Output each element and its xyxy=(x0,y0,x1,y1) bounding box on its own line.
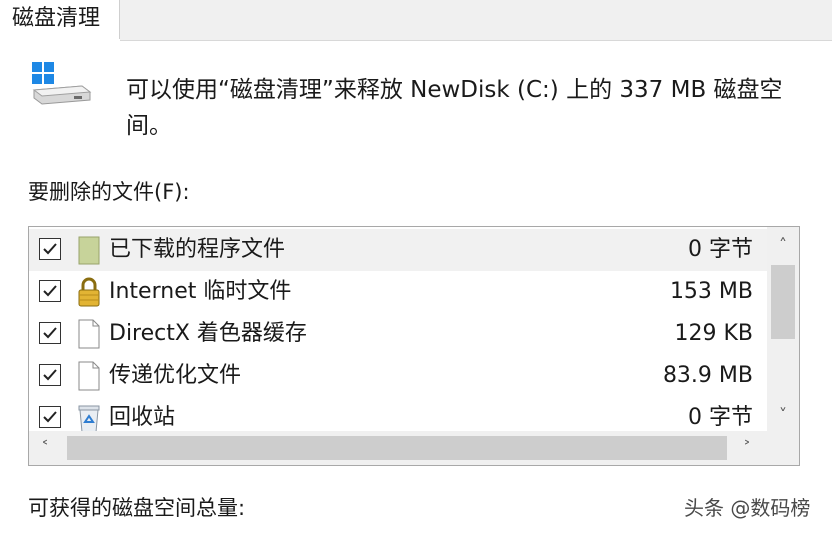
scroll-right-arrow-icon[interactable]: ˃ xyxy=(731,432,763,464)
file-size: 83.9 MB xyxy=(662,363,753,388)
files-to-delete-label: 要删除的文件(F): xyxy=(28,180,190,204)
file-size: 0 字节 xyxy=(688,405,753,430)
horizontal-scroll-thumb[interactable] xyxy=(67,436,727,460)
list-item[interactable]: Internet 临时文件 153 MB xyxy=(29,271,767,313)
file-size: 0 字节 xyxy=(688,237,753,262)
tab-disk-cleanup[interactable]: 磁盘清理 xyxy=(0,0,120,40)
hard-drive-icon xyxy=(32,62,92,105)
files-list[interactable]: 已下载的程序文件 0 字节 Internet 临时文件 153 MB Direc… xyxy=(28,226,800,466)
checkbox[interactable] xyxy=(39,322,61,344)
watermark: 头条 @数码榜 xyxy=(684,496,811,520)
recycle-bin-icon xyxy=(78,405,100,431)
list-item[interactable]: DirectX 着色器缓存 129 KB xyxy=(29,313,767,355)
file-name: 回收站 xyxy=(109,405,176,430)
scrollbar-corner xyxy=(767,431,799,465)
list-item[interactable]: 传递优化文件 83.9 MB xyxy=(29,355,767,397)
checkbox[interactable] xyxy=(39,238,61,260)
checkbox[interactable] xyxy=(39,280,61,302)
file-size: 129 KB xyxy=(674,321,753,346)
horizontal-scrollbar[interactable]: ˂ ˃ xyxy=(29,431,767,465)
scroll-up-arrow-icon[interactable]: ˄ xyxy=(767,229,799,261)
list-item[interactable]: 已下载的程序文件 0 字节 xyxy=(29,229,767,271)
vertical-scroll-thumb[interactable] xyxy=(771,265,795,339)
scroll-down-arrow-icon[interactable]: ˅ xyxy=(767,399,799,431)
file-name: DirectX 着色器缓存 xyxy=(109,321,307,346)
total-space-label: 可获得的磁盘空间总量: xyxy=(28,496,246,520)
document-icon xyxy=(78,319,100,349)
file-size: 153 MB xyxy=(669,279,753,304)
file-name: 传递优化文件 xyxy=(109,363,242,388)
checkbox[interactable] xyxy=(39,364,61,386)
folder-icon xyxy=(78,236,100,265)
tab-label: 磁盘清理 xyxy=(12,6,101,31)
lock-icon xyxy=(78,277,100,307)
list-item[interactable]: 回收站 0 字节 xyxy=(29,397,767,431)
vertical-scrollbar[interactable]: ˄ ˅ xyxy=(767,227,799,431)
checkbox[interactable] xyxy=(39,406,61,428)
cleanup-description: 可以使用“磁盘清理”来释放 NewDisk (C:) 上的 337 MB 磁盘空… xyxy=(126,77,783,139)
scroll-left-arrow-icon[interactable]: ˂ xyxy=(29,432,61,464)
document-icon xyxy=(78,361,100,391)
file-name: 已下载的程序文件 xyxy=(109,237,286,262)
file-name: Internet 临时文件 xyxy=(109,279,292,304)
